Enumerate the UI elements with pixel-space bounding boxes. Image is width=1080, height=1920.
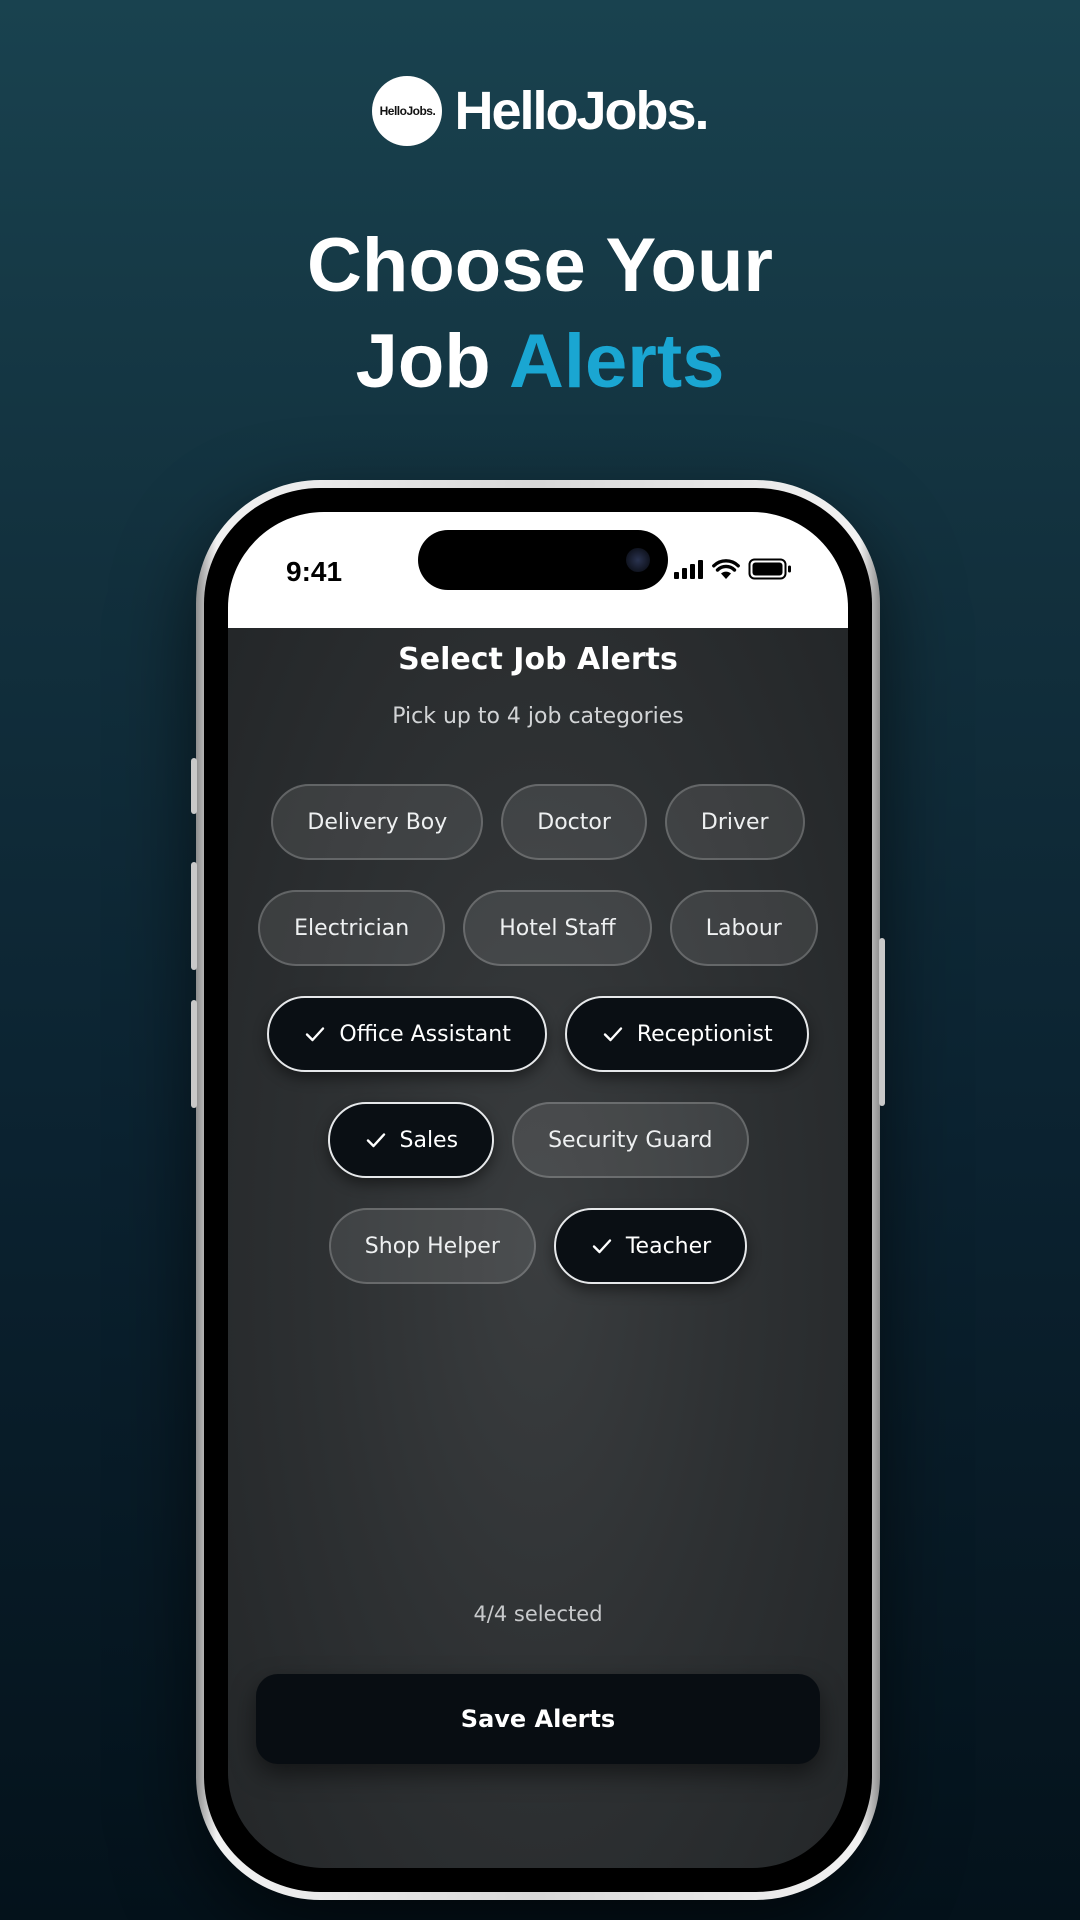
chip-label: Shop Helper [364,1233,500,1259]
chip-label: Electrician [294,915,410,941]
dynamic-island [418,530,668,590]
phone-screen: 9:41 Select Job Alerts Pick up to 4 job … [228,512,848,1868]
brand-name: HelloJobs. [454,81,709,141]
chip-label: Office Assistant [339,1021,511,1047]
chip-label: Sales [399,1127,459,1153]
chip-label: Delivery Boy [307,809,448,835]
screen-subtitle: Pick up to 4 job categories [392,704,684,729]
chip-row: Sales Security Guard [228,1102,848,1178]
check-icon [366,1133,385,1148]
chip-label: Labour [705,915,782,941]
check-icon [592,1239,612,1254]
chip-security-guard[interactable]: Security Guard [512,1102,749,1178]
chip-sales[interactable]: Sales [327,1102,495,1178]
chip-shop-helper[interactable]: Shop Helper [328,1208,536,1284]
save-alerts-button[interactable]: Save Alerts [256,1674,820,1764]
chip-labour[interactable]: Labour [669,890,818,966]
phone-mockup: 9:41 Select Job Alerts Pick up to 4 job … [191,480,885,1900]
headline-line-2: Job Alerts [0,314,1080,410]
chip-teacher[interactable]: Teacher [553,1208,748,1284]
selected-count: 4/4 selected [473,1602,603,1626]
chip-hotel-staff[interactable]: Hotel Staff [463,890,652,966]
cellular-signal-icon [674,560,703,579]
check-icon [603,1027,623,1042]
front-camera-icon [626,548,650,572]
page-headline: Choose Your Job Alerts [0,218,1080,410]
chip-label: Receptionist [636,1021,773,1047]
chip-row: Office Assistant Receptionist [228,996,848,1072]
headline-accent: Alerts [509,319,725,404]
chip-doctor[interactable]: Doctor [501,784,647,860]
chip-delivery-boy[interactable]: Delivery Boy [271,784,484,860]
chip-driver[interactable]: Driver [664,784,805,860]
wifi-icon [712,559,740,579]
check-icon [306,1027,325,1042]
phone-bezel: 9:41 Select Job Alerts Pick up to 4 job … [204,488,872,1892]
chip-row: Shop Helper Teacher [228,1208,848,1284]
chip-receptionist[interactable]: Receptionist [564,996,809,1072]
status-bar: 9:41 [228,512,848,628]
brand-logo: HelloJobs. [372,76,443,146]
chip-row: Electrician Hotel Staff Labour [228,890,848,966]
chip-label: Teacher [625,1233,712,1259]
chip-label: Hotel Staff [499,915,616,941]
chip-label: Driver [700,809,769,835]
chip-office-assistant[interactable]: Office Assistant [267,996,547,1072]
status-time: 9:41 [286,556,343,587]
action-button [191,758,197,814]
power-button [879,938,885,1106]
screen-title: Select Job Alerts [398,642,678,677]
chip-label: Doctor [537,809,611,835]
status-icons [674,558,792,580]
brand-header: HelloJobs. HelloJobs. [0,75,1080,147]
chip-label: Security Guard [548,1127,713,1153]
volume-up-button [191,862,197,970]
headline-line-1: Choose Your [307,223,773,308]
headline-prefix: Job [355,319,491,404]
chip-row: Delivery Boy Doctor Driver [228,784,848,860]
battery-icon [748,558,791,580]
volume-down-button [191,1000,197,1108]
chip-electrician[interactable]: Electrician [258,890,446,966]
